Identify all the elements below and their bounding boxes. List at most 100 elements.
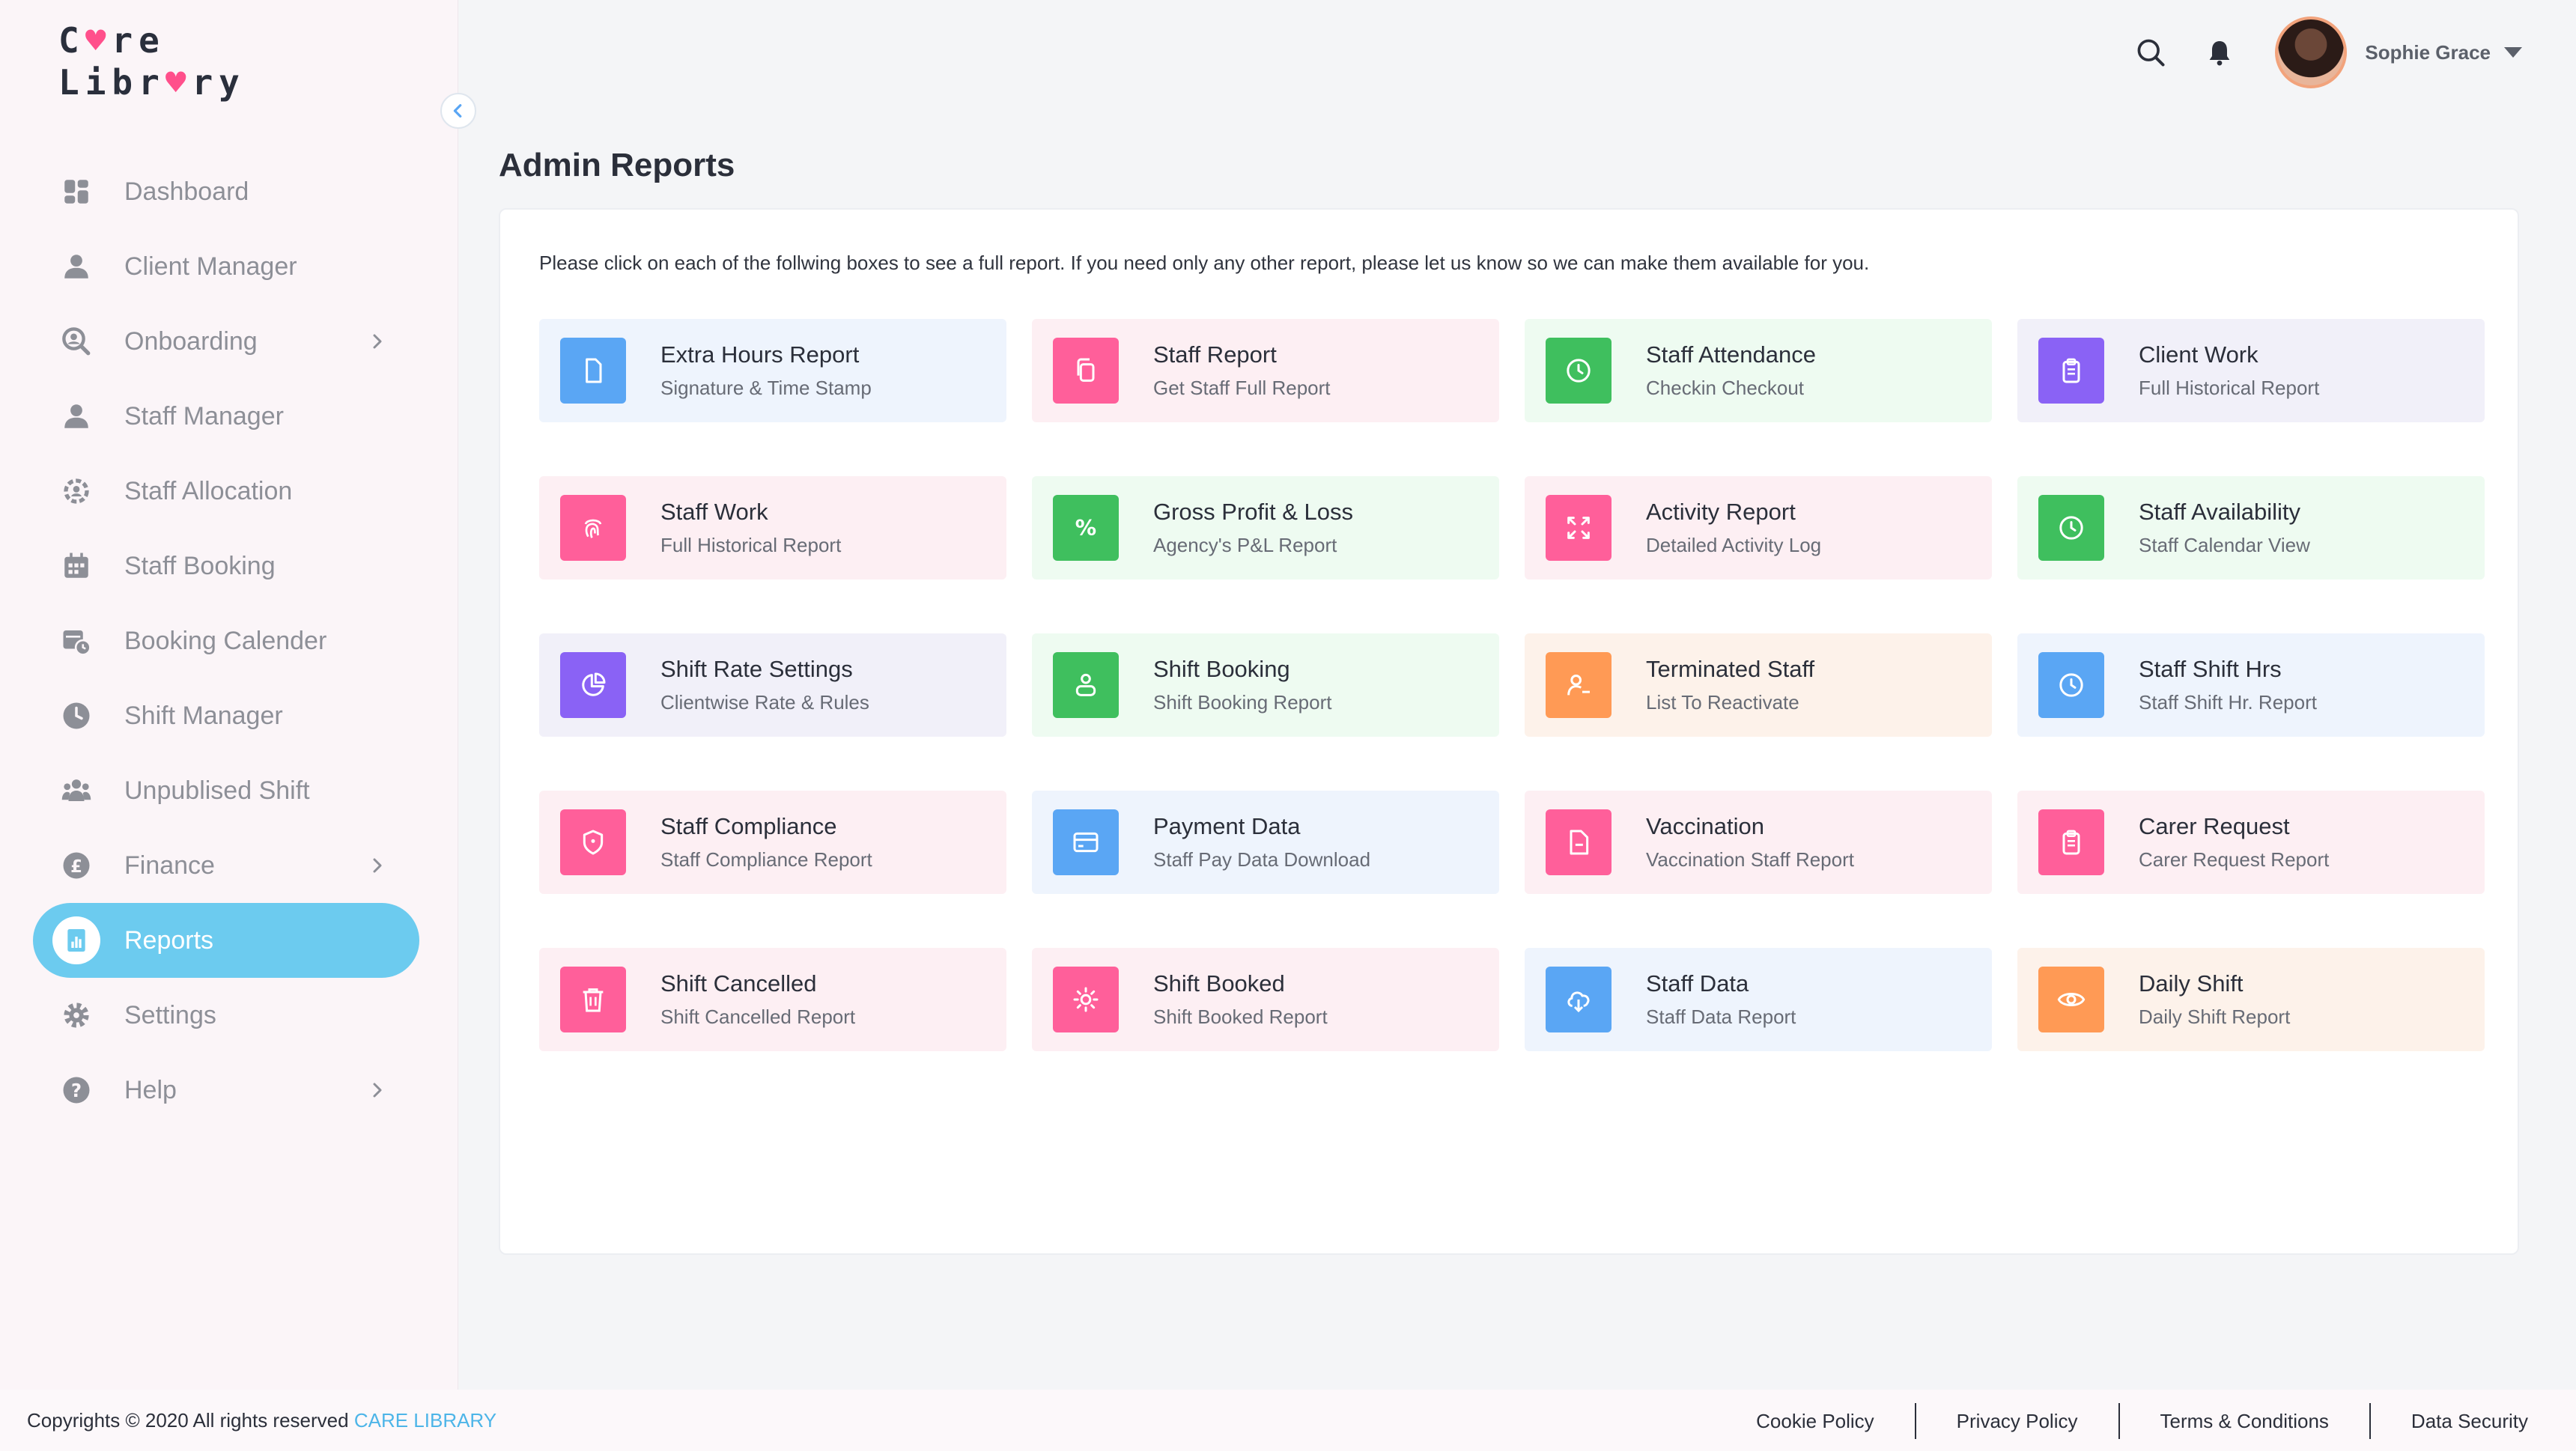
report-card-subtitle: Staff Data Report	[1646, 1006, 1796, 1028]
sidebar-item-staff-booking[interactable]: Staff Booking	[33, 529, 419, 603]
help-icon: ?	[60, 1074, 93, 1107]
care-library-logo[interactable]: C♥re Libr♥ry	[58, 19, 246, 103]
eye-icon	[2038, 967, 2104, 1032]
top-header: Sophie Grace	[2130, 15, 2524, 90]
sidebar-item-shift-manager[interactable]: Shift Manager	[33, 678, 419, 753]
credit-card-icon	[1053, 809, 1119, 875]
collapse-sidebar-button[interactable]	[440, 93, 476, 129]
calendar-icon	[60, 550, 93, 582]
report-card-title: Staff Data	[1646, 970, 1749, 997]
logo-text: re	[112, 20, 165, 61]
report-card-title: Vaccination	[1646, 813, 1764, 839]
report-card-title: Shift Booked	[1153, 970, 1285, 997]
report-card-subtitle: Detailed Activity Log	[1646, 534, 1822, 556]
report-card-subtitle: Carer Request Report	[2139, 848, 2330, 871]
clock-icon	[60, 699, 93, 732]
report-card-subtitle: Staff Shift Hr. Report	[2139, 691, 2317, 714]
report-card-text: Vaccination Vaccination Staff Report	[1646, 812, 1854, 873]
report-card-text: Carer Request Carer Request Report	[2139, 812, 2329, 873]
report-card-daily-shift[interactable]: Daily Shift Daily Shift Report	[2017, 948, 2485, 1051]
report-card-text: Staff Availability Staff Calendar View	[2139, 497, 2310, 559]
report-card-extra-hours-report[interactable]: Extra Hours Report Signature & Time Stamp	[539, 319, 1006, 422]
report-card-activity-report[interactable]: Activity Report Detailed Activity Log	[1525, 476, 1992, 580]
avatar[interactable]	[2275, 16, 2348, 88]
clock-icon	[2038, 495, 2104, 561]
logo-text: ry	[192, 62, 246, 103]
sidebar-item-onboarding[interactable]: Onboarding	[33, 304, 419, 379]
report-card-text: Daily Shift Daily Shift Report	[2139, 969, 2290, 1030]
search-button[interactable]	[2130, 31, 2172, 73]
report-card-staff-shift-hrs[interactable]: Staff Shift Hrs Staff Shift Hr. Report	[2017, 633, 2485, 737]
fingerprint-icon	[560, 495, 626, 561]
report-card-title: Extra Hours Report	[660, 341, 860, 368]
report-card-title: Staff Report	[1153, 341, 1277, 368]
bell-icon	[2210, 41, 2230, 66]
user-icon	[60, 250, 93, 283]
intro-text: Please click on each of the follwing box…	[539, 252, 1870, 274]
file-minus-icon	[1546, 809, 1611, 875]
report-card-text: Activity Report Detailed Activity Log	[1646, 497, 1821, 559]
user-icon	[60, 400, 93, 433]
sidebar-item-booking-calender[interactable]: Booking Calender	[33, 603, 419, 678]
sidebar-item-dashboard[interactable]: Dashboard	[33, 154, 419, 229]
report-card-subtitle: Agency's P&L Report	[1153, 534, 1337, 556]
calendar-clock-icon	[60, 624, 93, 657]
user-name[interactable]: Sophie Grace	[2365, 41, 2491, 64]
report-card-shift-booked[interactable]: Shift Booked Shift Booked Report	[1032, 948, 1499, 1051]
report-grid: Extra Hours Report Signature & Time Stamp…	[539, 319, 2485, 1051]
report-card-client-work[interactable]: Client Work Full Historical Report	[2017, 319, 2485, 422]
footer-brand-link[interactable]: CARE LIBRARY	[354, 1409, 496, 1432]
report-card-carer-request[interactable]: Carer Request Carer Request Report	[2017, 791, 2485, 894]
sidebar-item-reports[interactable]: Reports	[33, 903, 419, 978]
report-card-text: Extra Hours Report Signature & Time Stamp	[660, 340, 872, 401]
sidebar-item-finance[interactable]: £ Finance	[33, 828, 419, 903]
sidebar-item-label: Staff Booking	[124, 551, 276, 580]
report-card-staff-data[interactable]: Staff Data Staff Data Report	[1525, 948, 1992, 1051]
footer-link-cookie-policy[interactable]: Cookie Policy	[1716, 1410, 1915, 1433]
footer-link-data-security[interactable]: Data Security	[2371, 1410, 2528, 1433]
sidebar-item-help[interactable]: ? Help	[33, 1053, 419, 1128]
sidebar-item-staff-allocation[interactable]: Staff Allocation	[33, 454, 419, 529]
report-card-text: Staff Shift Hrs Staff Shift Hr. Report	[2139, 654, 2317, 716]
report-card-title: Staff Availability	[2139, 499, 2300, 525]
report-card-subtitle: Get Staff Full Report	[1153, 377, 1331, 399]
footer-link-privacy-policy[interactable]: Privacy Policy	[1916, 1410, 2118, 1433]
notifications-button[interactable]	[2199, 31, 2241, 73]
report-card-text: Terminated Staff List To Reactivate	[1646, 654, 1814, 716]
report-card-staff-availability[interactable]: Staff Availability Staff Calendar View	[2017, 476, 2485, 580]
sidebar-item-settings[interactable]: Settings	[33, 978, 419, 1053]
sidebar-item-label: Dashboard	[124, 177, 249, 206]
report-card-shift-booking[interactable]: Shift Booking Shift Booking Report	[1032, 633, 1499, 737]
report-card-terminated-staff[interactable]: Terminated Staff List To Reactivate	[1525, 633, 1992, 737]
report-card-staff-report[interactable]: Staff Report Get Staff Full Report	[1032, 319, 1499, 422]
user-remove-icon	[1546, 652, 1611, 718]
clipboard-icon	[2038, 809, 2104, 875]
footer-link-terms-conditions[interactable]: Terms & Conditions	[2120, 1410, 2369, 1433]
report-card-title: Shift Rate Settings	[660, 656, 853, 682]
report-card-title: Shift Booking	[1153, 656, 1290, 682]
sidebar-item-staff-manager[interactable]: Staff Manager	[33, 379, 419, 454]
caret-down-icon[interactable]	[2503, 45, 2524, 60]
report-card-staff-compliance[interactable]: Staff Compliance Staff Compliance Report	[539, 791, 1006, 894]
report-card-title: Staff Shift Hrs	[2139, 656, 2282, 682]
page-title: Admin Reports	[499, 147, 735, 183]
logo-text: Libr	[58, 62, 165, 103]
sidebar-item-label: Shift Manager	[124, 701, 283, 730]
search-user-icon	[60, 325, 93, 358]
report-card-staff-work[interactable]: Staff Work Full Historical Report	[539, 476, 1006, 580]
sidebar-item-label: Reports	[124, 925, 214, 955]
report-card-subtitle: List To Reactivate	[1646, 691, 1799, 714]
sidebar-item-unpublised-shift[interactable]: Unpublised Shift	[33, 753, 419, 828]
report-card-staff-attendance[interactable]: Staff Attendance Checkin Checkout	[1525, 319, 1992, 422]
report-card-vaccination[interactable]: Vaccination Vaccination Staff Report	[1525, 791, 1992, 894]
report-card-text: Staff Data Staff Data Report	[1646, 969, 1796, 1030]
report-card-payment-data[interactable]: Payment Data Staff Pay Data Download	[1032, 791, 1499, 894]
report-card-gross-profit-loss[interactable]: % Gross Profit & Loss Agency's P&L Report	[1032, 476, 1499, 580]
report-card-shift-cancelled[interactable]: Shift Cancelled Shift Cancelled Report	[539, 948, 1006, 1051]
report-card-title: Staff Compliance	[660, 813, 837, 839]
sidebar: C♥re Libr♥ry Dashboard Client Manager Onbo…	[0, 0, 458, 1390]
sidebar-item-client-manager[interactable]: Client Manager	[33, 229, 419, 304]
sidebar-item-label: Client Manager	[124, 252, 297, 281]
report-card-shift-rate-settings[interactable]: Shift Rate Settings Clientwise Rate & Rul…	[539, 633, 1006, 737]
sidebar-nav: Dashboard Client Manager Onboarding Staff M…	[33, 154, 419, 1128]
